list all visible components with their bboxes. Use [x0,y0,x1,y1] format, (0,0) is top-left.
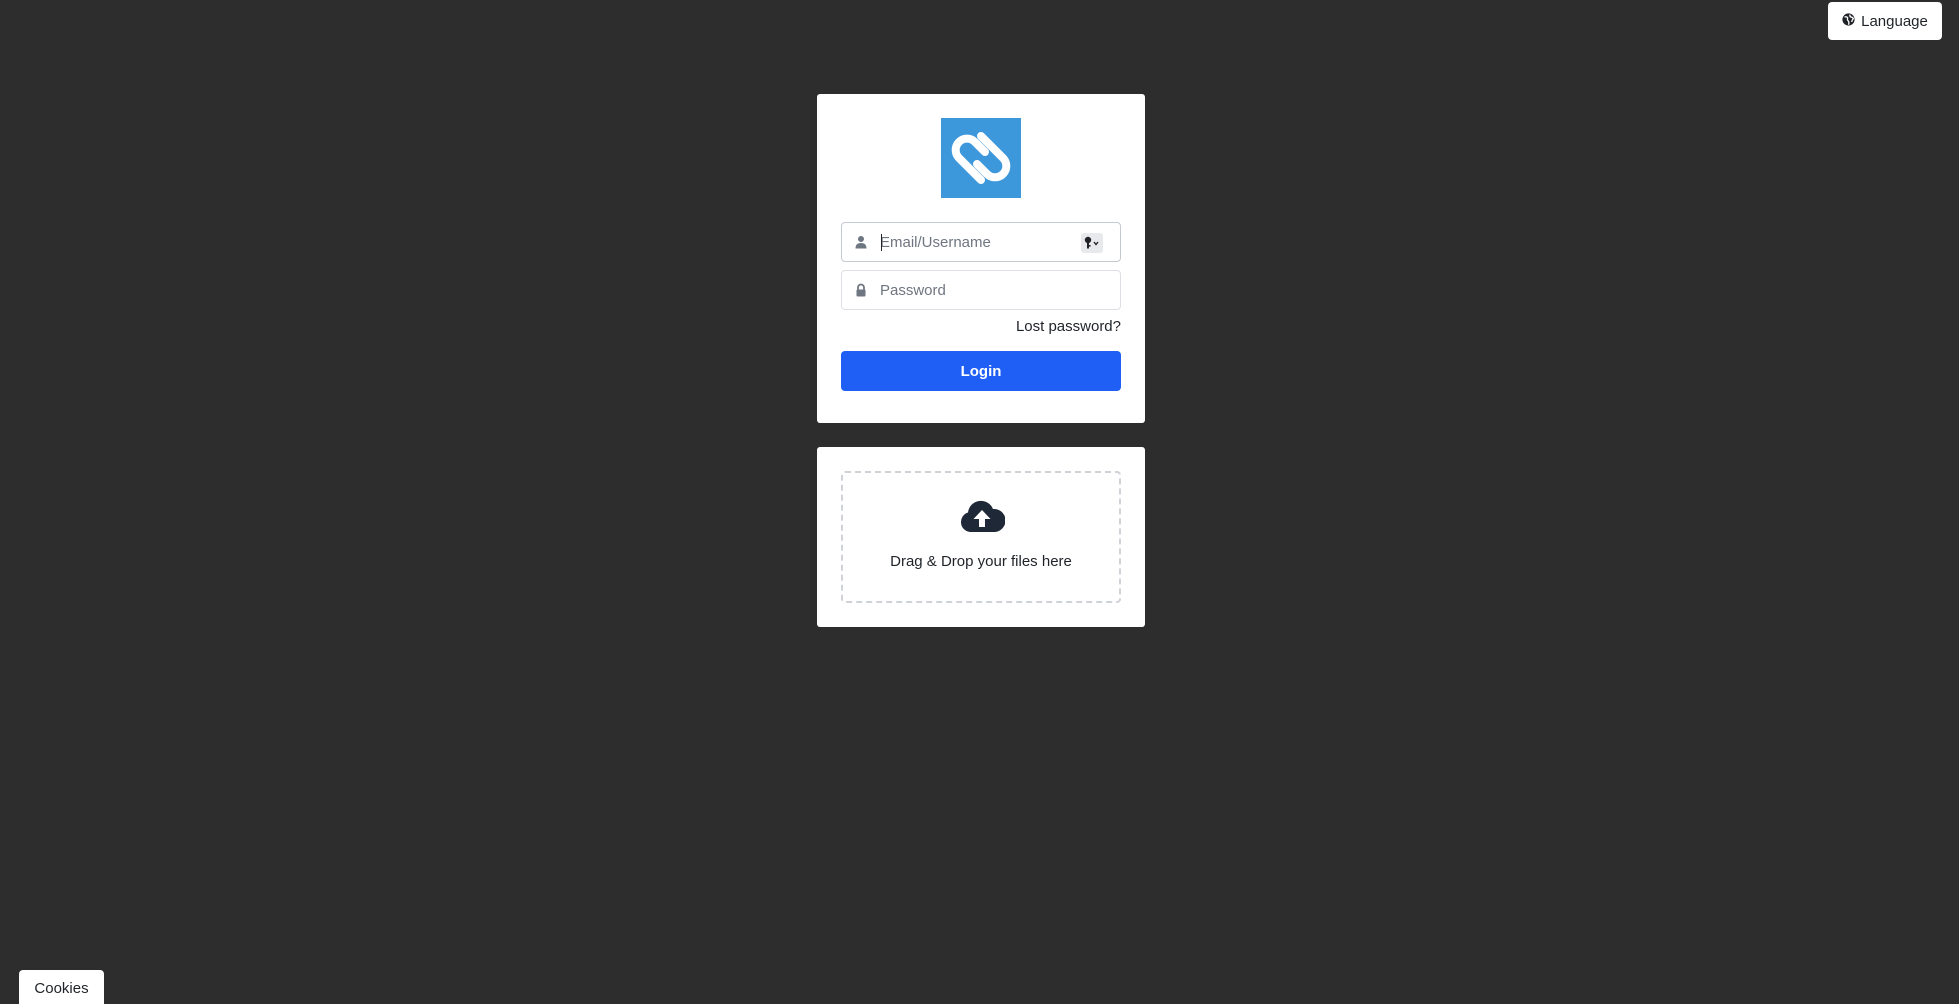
password-input[interactable] [880,271,1080,309]
language-label: Language [1861,12,1928,30]
text-caret [881,234,882,251]
login-page: Language Lost password? [0,0,1959,1004]
cloud-upload-icon [959,498,1005,534]
globe-icon [1842,12,1855,30]
lock-icon [854,283,868,297]
key-icon[interactable] [1081,233,1103,253]
upload-card: Drag & Drop your files here [817,447,1145,627]
lost-password-link[interactable]: Lost password? [1016,318,1121,335]
username-field[interactable] [841,222,1121,262]
dropzone-text: Drag & Drop your files here [890,553,1072,570]
language-button[interactable]: Language [1828,2,1942,40]
username-input[interactable] [880,223,1080,261]
file-dropzone[interactable]: Drag & Drop your files here [841,471,1121,603]
login-card: Lost password? Login [817,94,1145,423]
heart-link-logo [941,118,1021,198]
login-button[interactable]: Login [841,351,1121,391]
password-field[interactable] [841,270,1121,310]
user-icon [854,235,868,249]
cookies-button[interactable]: Cookies [19,970,104,1004]
